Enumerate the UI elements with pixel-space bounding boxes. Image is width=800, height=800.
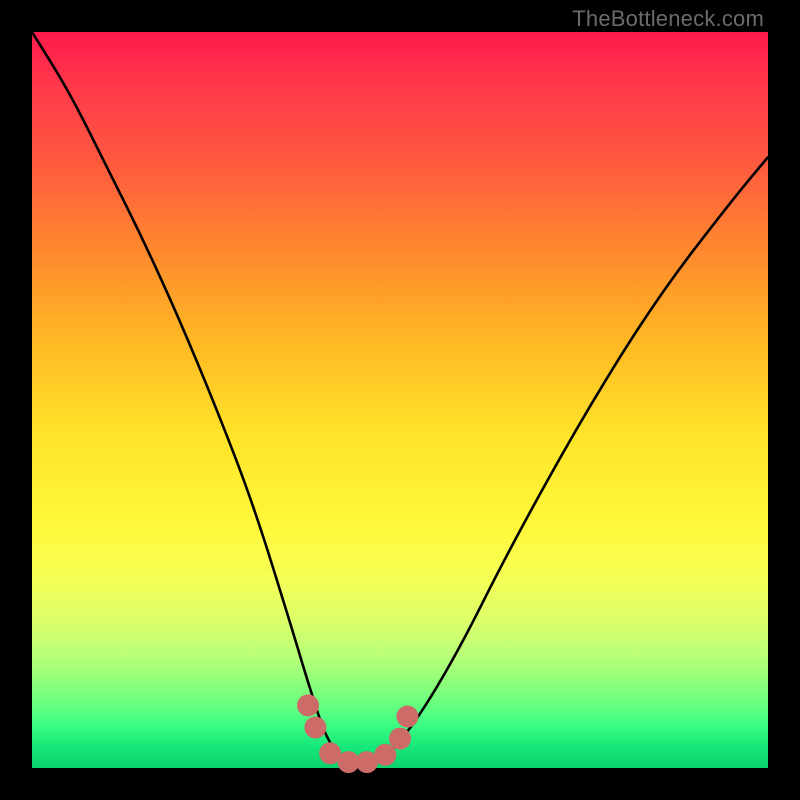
highlight-dot [374, 744, 396, 766]
curve-svg [32, 32, 768, 768]
chart-frame: TheBottleneck.com [0, 0, 800, 800]
highlight-dots [297, 694, 418, 773]
watermark-text: TheBottleneck.com [572, 6, 764, 32]
highlight-dot [304, 717, 326, 739]
plot-area [32, 32, 768, 768]
highlight-dot [396, 706, 418, 728]
highlight-dot [297, 694, 319, 716]
highlight-dot [389, 728, 411, 750]
bottleneck-curve [32, 32, 768, 764]
